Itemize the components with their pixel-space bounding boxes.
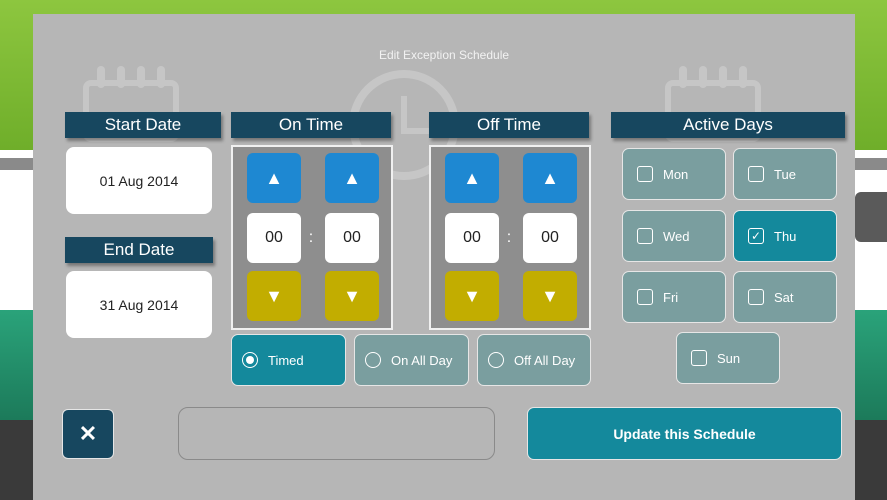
day-sun-toggle[interactable]: Sun <box>676 332 780 384</box>
day-label: Wed <box>663 228 690 244</box>
off-time-hour-field[interactable]: 00 <box>445 213 499 263</box>
off-time-minute-down-button[interactable]: ▼ <box>523 271 577 321</box>
start-date-header: Start Date <box>65 112 221 138</box>
update-schedule-button[interactable]: Update this Schedule <box>527 407 842 460</box>
on-time-panel: ▲ ▲ 00 : 00 ▼ ▼ <box>231 145 393 330</box>
on-time-hour-down-button[interactable]: ▼ <box>247 271 301 321</box>
on-time-minute-down-button[interactable]: ▼ <box>325 271 379 321</box>
radio-unselected-icon <box>365 352 381 368</box>
checkbox-unchecked-icon <box>748 166 764 182</box>
time-separator: : <box>506 229 512 246</box>
checkbox-unchecked-icon <box>637 166 653 182</box>
off-time-minute-field[interactable]: 00 <box>523 213 577 263</box>
dialog-title: Edit Exception Schedule <box>378 48 510 62</box>
day-label: Fri <box>663 289 679 305</box>
on-time-hour-field[interactable]: 00 <box>247 213 301 263</box>
checkbox-unchecked-icon <box>637 228 653 244</box>
off-time-minute-up-button[interactable]: ▲ <box>523 153 577 203</box>
radio-selected-icon <box>242 352 258 368</box>
start-date-field[interactable]: 01 Aug 2014 <box>66 147 212 214</box>
day-label: Tue <box>774 166 796 182</box>
end-date-header: End Date <box>65 237 213 263</box>
background-strip-left <box>0 158 33 170</box>
off-time-hour-up-button[interactable]: ▲ <box>445 153 499 203</box>
mode-label: Timed <box>268 352 304 368</box>
active-days-header: Active Days <box>611 112 845 138</box>
radio-unselected-icon <box>488 352 504 368</box>
background-strip-right <box>855 158 887 170</box>
day-sat-toggle[interactable]: Sat <box>733 271 837 323</box>
off-time-panel: ▲ ▲ 00 : 00 ▼ ▼ <box>429 145 591 330</box>
mode-label: On All Day <box>391 352 453 368</box>
day-tue-toggle[interactable]: Tue <box>733 148 837 200</box>
day-label: Sun <box>717 350 741 366</box>
checkbox-unchecked-icon <box>691 350 707 366</box>
checkbox-unchecked-icon <box>748 289 764 305</box>
background-side-button <box>855 192 887 242</box>
off-time-hour-down-button[interactable]: ▼ <box>445 271 499 321</box>
end-date-field[interactable]: 31 Aug 2014 <box>66 271 212 338</box>
on-time-minute-up-button[interactable]: ▲ <box>325 153 379 203</box>
mode-label: Off All Day <box>514 352 576 368</box>
mode-off-all-day-button[interactable]: Off All Day <box>477 334 591 386</box>
time-separator: : <box>308 229 314 246</box>
day-fri-toggle[interactable]: Fri <box>622 271 726 323</box>
day-label: Sat <box>774 289 794 305</box>
day-label: Mon <box>663 166 689 182</box>
mode-timed-button[interactable]: Timed <box>231 334 346 386</box>
off-time-header: Off Time <box>429 112 589 138</box>
on-time-hour-up-button[interactable]: ▲ <box>247 153 301 203</box>
day-wed-toggle[interactable]: Wed <box>622 210 726 262</box>
edit-exception-schedule-dialog: Edit Exception Schedule Start Date 01 Au… <box>33 14 855 500</box>
checkbox-unchecked-icon <box>637 289 653 305</box>
on-time-minute-field[interactable]: 00 <box>325 213 379 263</box>
day-thu-toggle[interactable]: ✓ Thu <box>733 210 837 262</box>
checkbox-checked-icon: ✓ <box>748 228 764 244</box>
status-message-field <box>178 407 495 460</box>
day-mon-toggle[interactable]: Mon <box>622 148 726 200</box>
close-button[interactable]: ✕ <box>62 409 114 459</box>
on-time-header: On Time <box>231 112 391 138</box>
mode-on-all-day-button[interactable]: On All Day <box>354 334 469 386</box>
day-label: Thu <box>774 228 797 244</box>
